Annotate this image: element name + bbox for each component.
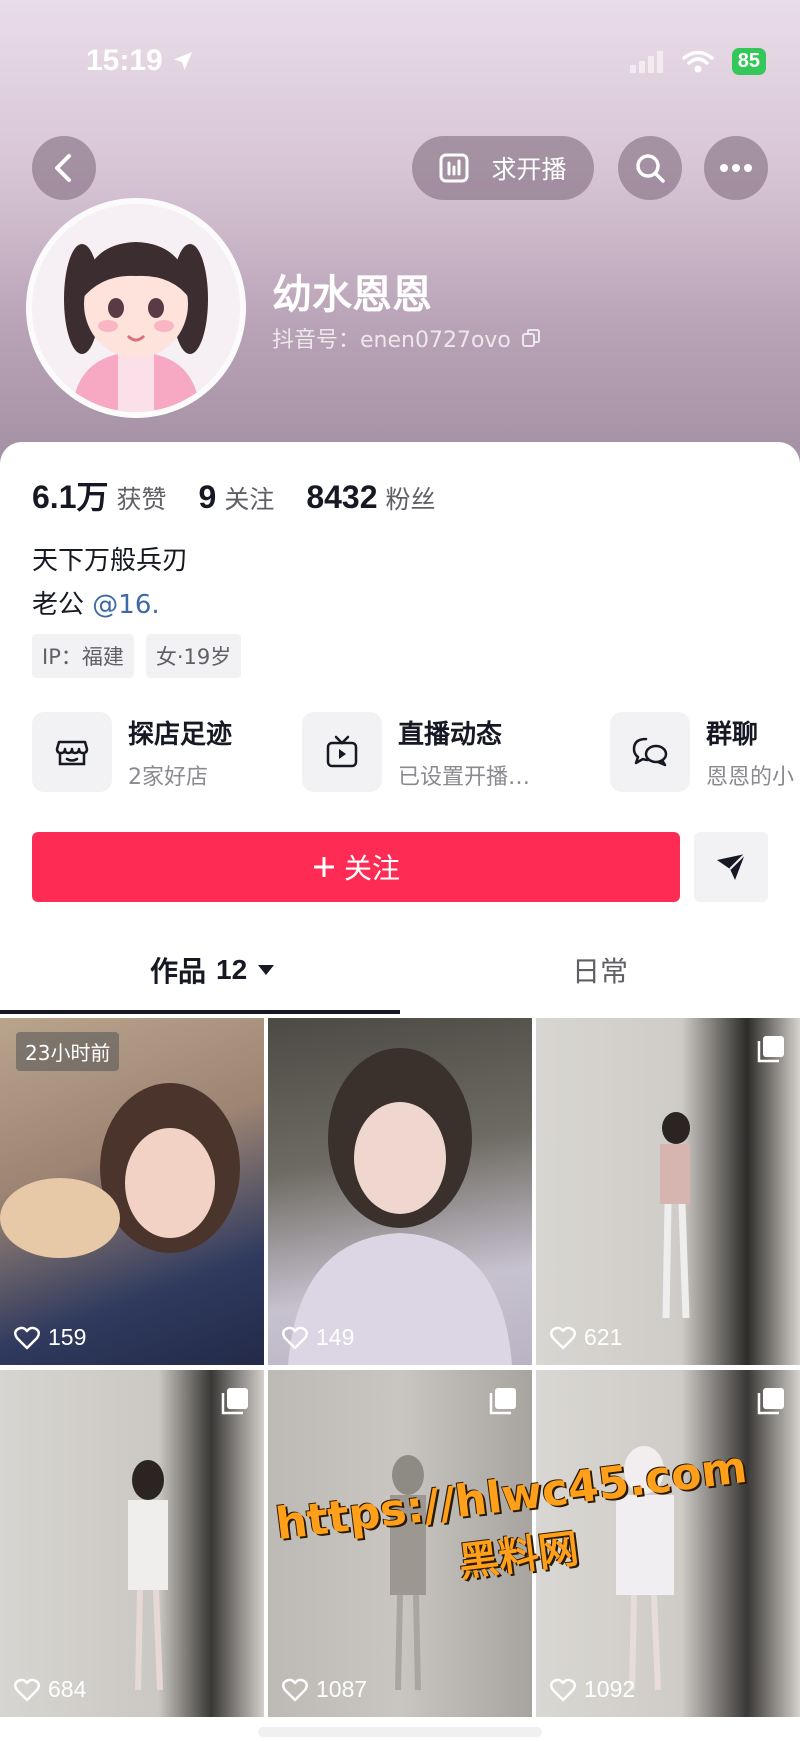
photo-content <box>660 1112 690 1319</box>
feature-live-updates[interactable]: 直播动态 已设置开播… <box>302 712 530 792</box>
multi-image-icon <box>757 1036 784 1063</box>
post-thumbnail[interactable]: 621 <box>536 1018 800 1365</box>
douyin-id: 抖音号：enen0727ovo <box>272 322 541 354</box>
avatar[interactable] <box>26 198 246 418</box>
multi-image-icon <box>221 1388 248 1415</box>
status-icons: 85 <box>629 48 766 75</box>
cellular-signal-icon <box>629 50 663 73</box>
profile-stats: 6.1万 获赞 9 关注 8432 粉丝 <box>32 472 436 518</box>
status-bar: 15:19 85 <box>0 0 800 120</box>
tab-works[interactable]: 作品 12 <box>150 950 275 990</box>
home-indicator <box>258 1727 542 1737</box>
location-arrow-icon <box>173 52 192 70</box>
post-time-badge: 23小时前 <box>16 1032 120 1071</box>
stat-followers[interactable]: 8432 粉丝 <box>306 479 435 516</box>
post-likes: 1092 <box>550 1676 635 1703</box>
heart-icon <box>550 1326 576 1349</box>
tv-icon <box>326 735 358 768</box>
feature-subtitle: 2家好店 <box>128 764 208 790</box>
ip-location-tag: IP：福建 <box>32 634 134 678</box>
multi-image-icon <box>489 1388 516 1415</box>
search-icon <box>636 154 665 183</box>
feature-shortcuts: 探店足迹 2家好店 直播动态 已设置开播… 群聊 恩恩的小 <box>32 712 800 792</box>
post-likes: 1087 <box>282 1676 367 1703</box>
profile-tags: IP：福建 女·19岁 <box>32 634 242 678</box>
post-likes: 159 <box>14 1324 86 1351</box>
request-live-button[interactable]: 求开播 <box>412 136 594 200</box>
chat-icon <box>632 737 668 767</box>
feature-subtitle: 已设置开播… <box>398 764 531 790</box>
more-dots-icon <box>720 164 752 172</box>
send-arrow-icon <box>717 853 746 880</box>
post-thumbnail[interactable]: 684 <box>0 1370 264 1717</box>
feature-group-chat[interactable]: 群聊 恩恩的小 <box>610 712 794 792</box>
content-tabs: 作品 12 日常 <box>0 950 800 1016</box>
feature-title: 直播动态 <box>398 719 503 750</box>
stat-likes[interactable]: 6.1万 获赞 <box>32 472 167 518</box>
send-message-button[interactable] <box>694 832 768 902</box>
active-tab-indicator <box>0 1010 400 1014</box>
tab-works-count: 12 <box>216 954 248 985</box>
post-thumbnail[interactable]: 149 <box>268 1018 532 1365</box>
feature-store-visits[interactable]: 探店足迹 2家好店 <box>32 712 232 792</box>
stat-following[interactable]: 9 关注 <box>199 479 275 516</box>
live-chart-icon <box>439 153 469 183</box>
status-time: 15:19 <box>86 44 195 78</box>
multi-image-icon <box>757 1388 784 1415</box>
bio-line-2: 老公 @16. <box>32 584 160 621</box>
caret-down-icon <box>258 965 275 975</box>
request-live-label: 求开播 <box>491 155 567 184</box>
heart-icon <box>14 1678 40 1701</box>
gender-age-tag: 女·19岁 <box>145 634 242 678</box>
heart-icon <box>282 1678 308 1701</box>
more-options-button[interactable] <box>704 136 768 200</box>
bio-line-1: 天下万般兵刃 <box>32 546 189 576</box>
search-button[interactable] <box>618 136 682 200</box>
store-icon <box>55 740 89 766</box>
heart-icon <box>14 1326 40 1349</box>
feature-subtitle: 恩恩的小 <box>706 764 795 790</box>
follow-label: 关注 <box>343 852 400 885</box>
plus-icon <box>313 857 334 877</box>
follow-button[interactable]: 关注 <box>32 832 680 902</box>
post-likes: 684 <box>14 1676 86 1703</box>
photo-content <box>128 1460 168 1691</box>
username: 幼水恩恩 <box>272 272 432 318</box>
avatar-illustration <box>32 204 240 412</box>
bio-text: 老公 <box>32 590 85 620</box>
feature-title: 群聊 <box>706 719 759 750</box>
douyin-id-text: 抖音号：enen0727ovo <box>272 328 511 353</box>
post-likes: 149 <box>282 1324 354 1351</box>
bio-mention-link[interactable]: @16. <box>92 590 159 620</box>
heart-icon <box>282 1326 308 1349</box>
post-likes: 621 <box>550 1324 622 1351</box>
photo-content <box>288 1048 512 1365</box>
tab-works-label: 作品 <box>150 955 207 988</box>
wifi-icon <box>682 50 714 72</box>
post-thumbnail[interactable]: 23小时前 159 <box>0 1018 264 1365</box>
tab-daily[interactable]: 日常 <box>572 950 628 990</box>
heart-icon <box>550 1678 576 1701</box>
chevron-left-icon <box>55 154 71 182</box>
copy-icon[interactable] <box>521 328 541 348</box>
posts-grid: 23小时前 159 149 621 684 1087 1092 <box>0 1018 800 1741</box>
feature-title: 探店足迹 <box>128 719 233 750</box>
battery-indicator: 85 <box>731 48 766 75</box>
back-button[interactable] <box>32 136 96 200</box>
